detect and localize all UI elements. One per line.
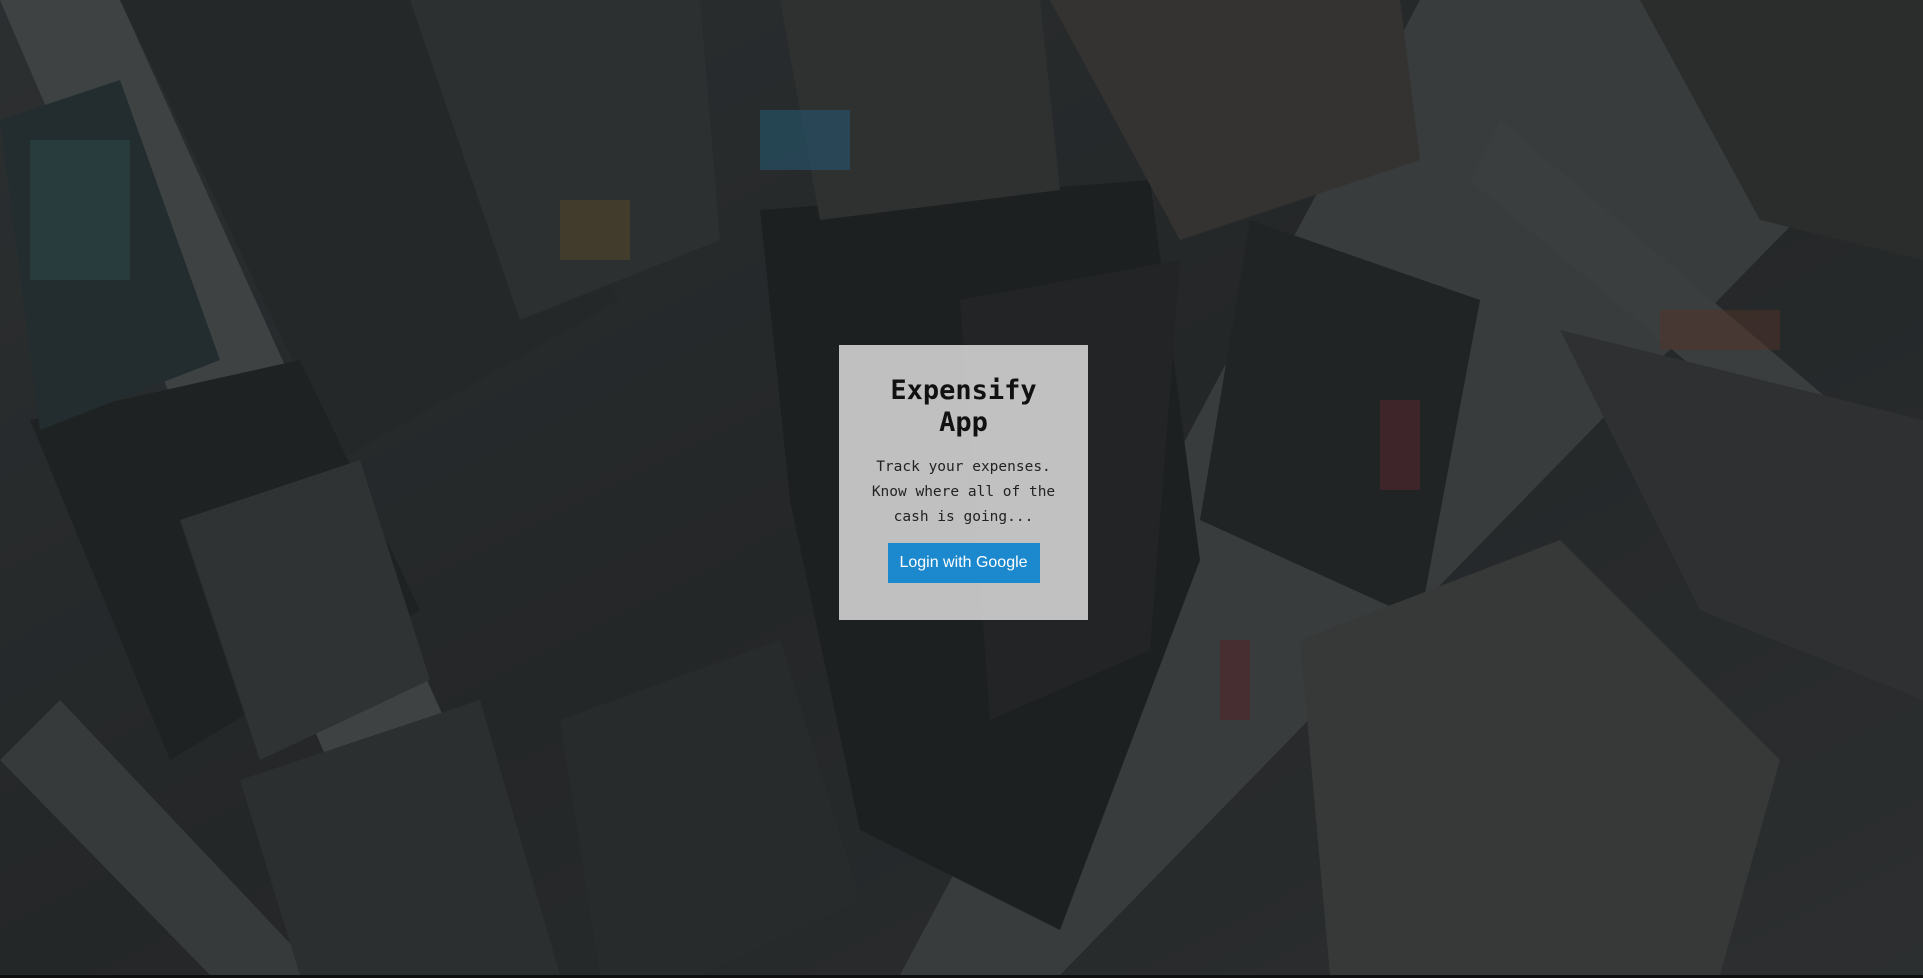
login-with-google-button[interactable]: Login with Google <box>887 543 1040 583</box>
page: Expensify App Track your expenses. Know … <box>0 0 1923 978</box>
login-card: Expensify App Track your expenses. Know … <box>839 345 1088 620</box>
app-tagline: Track your expenses. Know where all of t… <box>871 459 1056 525</box>
app-title: Expensify App <box>890 375 1037 438</box>
